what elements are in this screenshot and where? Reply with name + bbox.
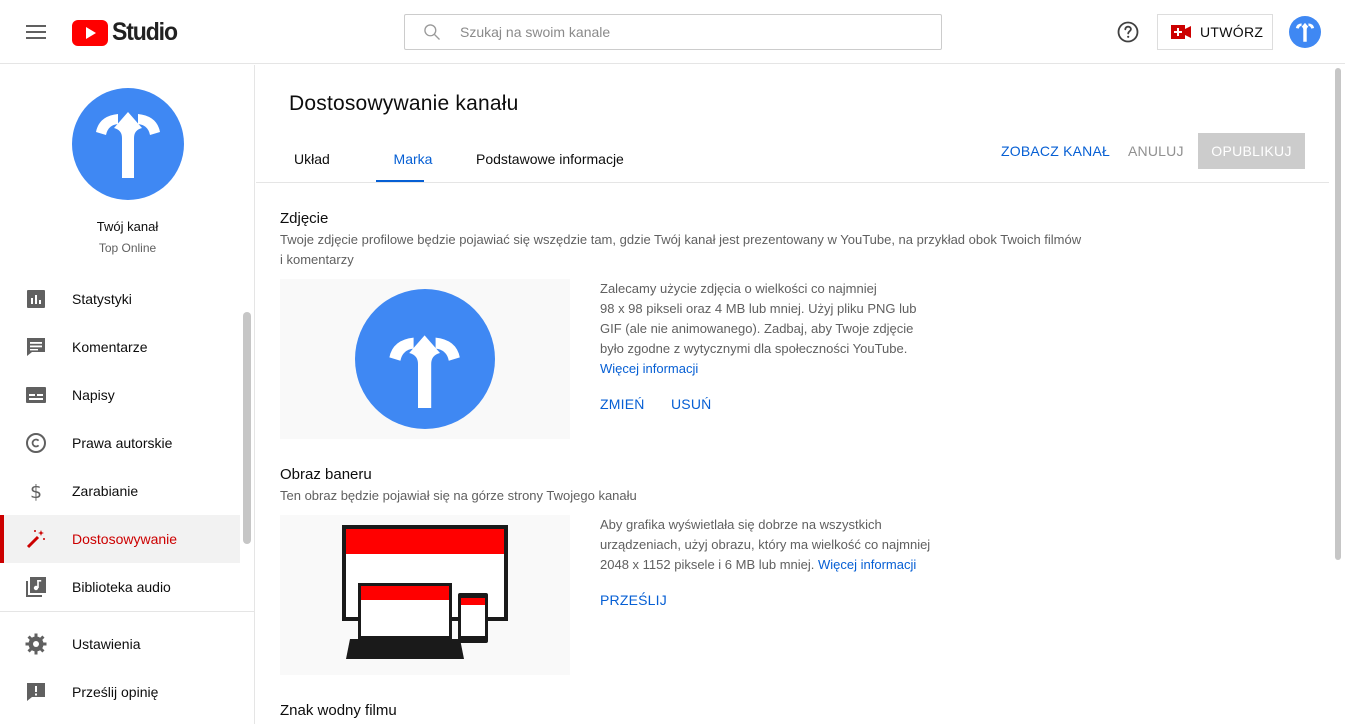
tab-marka[interactable]: Marka (376, 143, 450, 183)
sidebar-item-label: Zarabianie (72, 483, 139, 499)
banner-info-text: 2048 x 1152 piksele i 6 MB lub mniej. (600, 557, 815, 572)
sidebar-item-przeslij-opinie[interactable]: Prześlij opinię (0, 668, 240, 716)
channel-avatar[interactable] (72, 88, 184, 200)
youtube-play-icon (72, 19, 108, 46)
view-channel-button[interactable]: ZOBACZ KANAŁ (1001, 143, 1110, 159)
photo-info-line: GIF (ale nie animowanego). Zadbaj, aby T… (600, 321, 914, 336)
remove-photo-button[interactable]: USUŃ (671, 396, 711, 412)
magic-wand-icon (26, 530, 45, 549)
channel-name: Twój kanał (96, 219, 159, 234)
sidebar-item-label: Prześlij opinię (72, 684, 159, 700)
photo-info-line: było zgodne z wytycznymi dla społecznośc… (600, 341, 908, 356)
banner-info-line: Aby grafika wyświetlała się dobrze na ws… (600, 517, 882, 532)
tab-uklad[interactable]: Układ (280, 143, 348, 183)
create-button[interactable]: UTWÓRZ (1157, 14, 1273, 50)
upload-banner-button[interactable]: PRZEŚLIJ (600, 592, 667, 608)
sidebar: Twój kanał Top Online Statystyki Komenta… (0, 65, 255, 724)
photo-info: Zalecamy użycie zdjęcia o wielkości co n… (600, 279, 916, 379)
photo-description-line1: Twoje zdjęcie profilowe będzie pojawiać … (280, 232, 1082, 247)
svg-text:$: $ (30, 481, 42, 503)
gear-icon (25, 633, 47, 655)
photo-more-info-link[interactable]: Więcej informacji (600, 359, 916, 379)
banner-more-info-link[interactable]: Więcej informacji (818, 557, 916, 572)
sidebar-item-prawa-autorskie[interactable]: Prawa autorskie (0, 419, 240, 467)
banner-devices-illustration (342, 525, 508, 659)
account-avatar[interactable] (1289, 16, 1321, 48)
top-bar: Studio UTWÓRZ (0, 0, 1345, 64)
dollar-icon: $ (30, 481, 42, 503)
profile-photo (355, 289, 495, 429)
photo-info-line: 98 x 98 pikseli oraz 4 MB lub mniej. Uży… (600, 301, 917, 316)
sidebar-item-label: Biblioteka audio (72, 579, 171, 595)
subtitles-icon (26, 387, 46, 403)
banner-preview (280, 515, 570, 675)
sidebar-item-dostosowywanie[interactable]: Dostosowywanie (0, 515, 240, 563)
search-icon (424, 24, 440, 40)
photo-section-title: Zdjęcie (280, 210, 329, 227)
main-scrollbar[interactable] (1335, 68, 1341, 560)
sidebar-item-label: Napisy (72, 387, 115, 403)
banner-section-title: Obraz baneru (280, 466, 372, 483)
sidebar-item-biblioteka-audio[interactable]: Biblioteka audio (0, 563, 240, 611)
photo-description-line2: i komentarzy (280, 252, 354, 267)
cancel-button[interactable]: ANULUJ (1128, 143, 1184, 159)
channel-logo-icon (1295, 22, 1315, 42)
sidebar-scrollbar[interactable] (243, 312, 251, 544)
sidebar-item-label: Komentarze (72, 339, 148, 355)
sidebar-bottom-nav: Ustawienia Prześlij opinię (0, 620, 240, 716)
tab-bar: Układ Marka Podstawowe informacje (280, 143, 638, 183)
page-title: Dostosowywanie kanału (289, 92, 519, 115)
sidebar-divider (0, 611, 254, 612)
tabs-divider (256, 182, 1329, 183)
sidebar-item-ustawienia[interactable]: Ustawienia (0, 620, 240, 668)
sidebar-item-label: Dostosowywanie (72, 531, 178, 547)
create-label: UTWÓRZ (1200, 24, 1264, 40)
sidebar-item-label: Statystyki (72, 291, 132, 307)
video-camera-icon (1171, 25, 1191, 39)
search-bar[interactable] (404, 14, 942, 50)
profile-photo-preview (280, 279, 570, 439)
watermark-section-title: Znak wodny filmu (280, 702, 397, 719)
sidebar-item-label: Prawa autorskie (72, 435, 173, 451)
sidebar-nav: Statystyki Komentarze Napisy Prawa autor… (0, 275, 240, 611)
copyright-icon (26, 433, 46, 453)
sidebar-item-label: Ustawienia (72, 636, 141, 652)
photo-info-line: Zalecamy użycie zdjęcia o wielkości co n… (600, 281, 877, 296)
main-content: Dostosowywanie kanału Układ Marka Podsta… (256, 65, 1329, 724)
logo-text: Studio (112, 18, 178, 46)
sidebar-item-statystyki[interactable]: Statystyki (0, 275, 240, 323)
search-input[interactable] (460, 24, 900, 40)
youtube-studio-logo[interactable]: Studio (72, 18, 183, 47)
change-photo-button[interactable]: ZMIEŃ (600, 396, 645, 412)
help-icon[interactable] (1116, 20, 1140, 44)
comments-icon (27, 338, 45, 356)
tab-podstawowe-informacje[interactable]: Podstawowe informacje (462, 143, 638, 183)
feedback-icon (27, 683, 45, 701)
analytics-icon (27, 290, 45, 308)
sidebar-item-napisy[interactable]: Napisy (0, 371, 240, 419)
banner-info-line: urządzeniach, użyj obrazu, który ma wiel… (600, 537, 931, 552)
audio-library-icon (26, 577, 46, 597)
sidebar-item-zarabianie[interactable]: $ Zarabianie (0, 467, 240, 515)
channel-subtitle: Top Online (98, 241, 157, 255)
channel-logo-icon (96, 112, 160, 178)
sidebar-item-komentarze[interactable]: Komentarze (0, 323, 240, 371)
banner-info: Aby grafika wyświetlała się dobrze na ws… (600, 515, 930, 575)
hamburger-icon[interactable] (16, 20, 56, 44)
banner-info-line-with-link: 2048 x 1152 piksele i 6 MB lub mniej. Wi… (600, 555, 930, 575)
publish-button[interactable]: OPUBLIKUJ (1198, 133, 1305, 169)
banner-description: Ten obraz będzie pojawiał się na górze s… (280, 488, 637, 503)
